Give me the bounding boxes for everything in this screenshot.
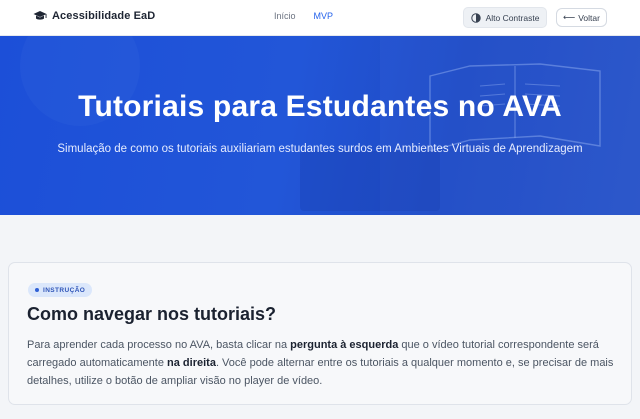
badge-dot-icon	[35, 288, 39, 292]
arrow-left-icon: ⟵	[563, 12, 576, 22]
back-button[interactable]: ⟵ Voltar	[556, 8, 607, 27]
nav-link-inicio[interactable]: Início	[274, 11, 296, 21]
instruction-text: Para aprender cada processo no AVA, bast…	[27, 336, 619, 390]
high-contrast-label: Alto Contraste	[485, 12, 540, 23]
high-contrast-button[interactable]: Alto Contraste	[463, 7, 547, 28]
instruction-card: INSTRUÇÃO Como navegar nos tutoriais? Pa…	[8, 262, 632, 405]
instruction-badge: INSTRUÇÃO	[28, 283, 93, 297]
instruction-bold-right: na direita	[167, 357, 216, 369]
page-title: Tutoriais para Estudantes no AVA	[78, 90, 562, 123]
nav-link-mvp[interactable]: MVP	[314, 11, 334, 21]
top-navbar: Acessibilidade EaD Início MVP Alto Contr…	[0, 0, 640, 36]
graduation-cap-icon	[33, 11, 47, 20]
page-subtitle: Simulação de como os tutoriais auxiliari…	[57, 143, 583, 155]
hero-banner: Tutoriais para Estudantes no AVA Simulaç…	[0, 36, 640, 215]
hero-background-illustration	[20, 36, 640, 215]
half-circle-contrast-icon	[470, 12, 481, 23]
instruction-title: Como navegar nos tutoriais?	[27, 304, 277, 324]
brand-name: Acessibilidade EaD	[52, 10, 156, 22]
badge-label: INSTRUÇÃO	[43, 286, 86, 294]
back-label: Voltar	[578, 12, 600, 23]
instruction-text-part: Para aprender cada processo no AVA, bast…	[27, 339, 291, 351]
instruction-bold-question: pergunta à esquerda	[290, 339, 399, 351]
brand-logo[interactable]: Acessibilidade EaD	[33, 10, 155, 22]
nav-links: Início MVP	[274, 11, 333, 21]
